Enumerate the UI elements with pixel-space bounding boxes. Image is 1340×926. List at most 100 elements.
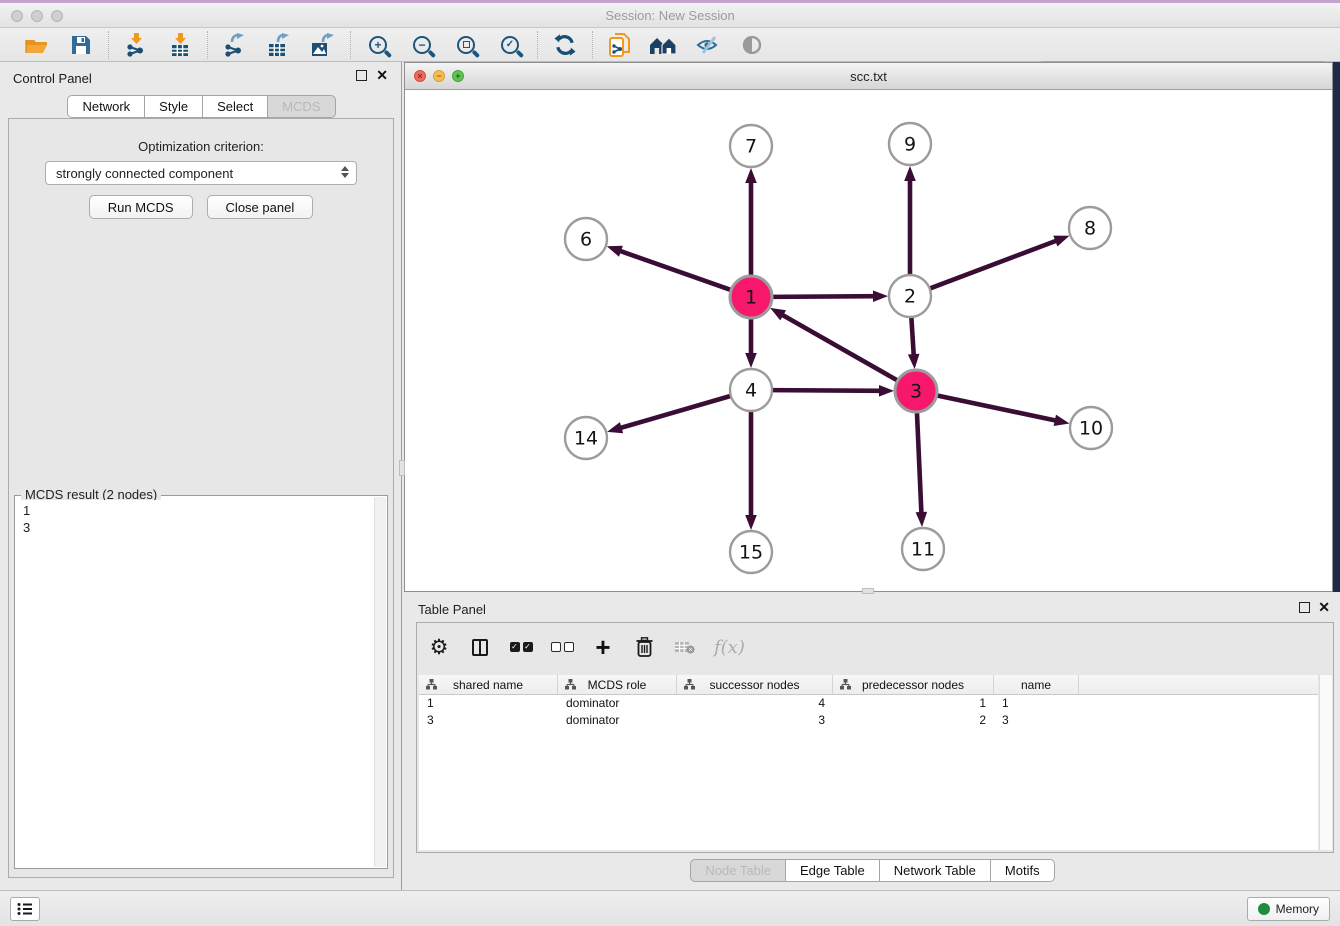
tab-motifs[interactable]: Motifs <box>990 859 1055 882</box>
table-cell[interactable]: 3 <box>677 712 833 729</box>
graph-edge-2-3[interactable] <box>908 317 920 369</box>
result-scrollbar[interactable] <box>374 497 386 867</box>
import-network-icon[interactable] <box>122 31 150 59</box>
import-table-icon[interactable] <box>166 31 194 59</box>
export-table-icon[interactable] <box>265 31 293 59</box>
show-columns-icon[interactable] <box>468 633 492 661</box>
graph-edge-2-8[interactable] <box>930 236 1070 289</box>
network-window-title: scc.txt <box>405 69 1332 84</box>
graph-node-14[interactable]: 14 <box>565 417 607 459</box>
close-panel-icon[interactable]: ✕ <box>376 67 388 84</box>
tab-mcds[interactable]: MCDS <box>267 95 335 118</box>
show-all-icon[interactable] <box>738 31 766 59</box>
graph-edge-1-6[interactable] <box>607 246 731 290</box>
float-panel-icon[interactable] <box>356 70 367 81</box>
tab-select[interactable]: Select <box>202 95 268 118</box>
table-cell[interactable]: 1 <box>419 695 558 712</box>
network-window-titlebar[interactable]: × − + scc.txt <box>405 63 1332 90</box>
column-header-shared-name[interactable]: shared name <box>419 675 558 694</box>
graph-node-6[interactable]: 6 <box>565 218 607 260</box>
optimization-criterion-select[interactable]: strongly connected component <box>45 161 357 185</box>
table-tabs: Node Table Edge Table Network Table Moti… <box>404 859 1340 882</box>
tab-network[interactable]: Network <box>67 95 145 118</box>
tab-edge-table[interactable]: Edge Table <box>785 859 880 882</box>
graph-edge-3-11[interactable] <box>916 412 928 527</box>
status-bar: Memory <box>0 890 1340 926</box>
table-cell[interactable]: dominator <box>558 695 677 712</box>
close-panel-button[interactable]: Close panel <box>207 195 314 219</box>
tab-network-table[interactable]: Network Table <box>879 859 991 882</box>
graph-node-7[interactable]: 7 <box>730 125 772 167</box>
close-table-panel-icon[interactable]: ✕ <box>1318 599 1330 616</box>
graph-edge-4-15[interactable] <box>745 411 757 530</box>
table-cell[interactable]: 4 <box>677 695 833 712</box>
task-history-button[interactable] <box>10 897 40 921</box>
svg-text:15: 15 <box>739 542 763 564</box>
copy-network-icon[interactable] <box>606 31 634 59</box>
mcds-result-text[interactable]: 1 3 <box>17 500 373 866</box>
select-all-icon[interactable]: ✓✓ <box>509 633 533 661</box>
tab-node-table[interactable]: Node Table <box>690 859 786 882</box>
graph-edge-3-1[interactable] <box>770 308 898 381</box>
graph-node-1[interactable]: 1 <box>730 276 772 318</box>
settings-gear-icon[interactable]: ⚙ <box>427 633 451 661</box>
table-cell[interactable]: dominator <box>558 712 677 729</box>
save-session-icon[interactable] <box>67 31 95 59</box>
graph-node-15[interactable]: 15 <box>730 531 772 573</box>
vertical-splitter-handle[interactable] <box>399 460 405 476</box>
svg-text:2: 2 <box>904 286 916 308</box>
network-graph[interactable]: 7 9 6 8 1 2 4 3 14 10 15 11 <box>405 90 1332 591</box>
list-icon <box>17 902 33 916</box>
svg-text:1: 1 <box>745 287 757 309</box>
home-layout-icon[interactable] <box>650 31 678 59</box>
float-table-panel-icon[interactable] <box>1299 602 1310 613</box>
graph-edge-4-14[interactable] <box>607 396 731 433</box>
graph-node-3[interactable]: 3 <box>895 370 937 412</box>
column-header-predecessor-nodes[interactable]: predecessor nodes <box>833 675 994 694</box>
graph-edge-4-3[interactable] <box>772 385 894 397</box>
function-builder-icon: f(x) <box>714 633 745 661</box>
zoom-fit-icon[interactable] <box>452 31 480 59</box>
graph-node-10[interactable]: 10 <box>1070 407 1112 449</box>
table-row[interactable]: 1dominator411 <box>419 695 1318 712</box>
open-folder-icon[interactable] <box>23 31 51 59</box>
graph-node-2[interactable]: 2 <box>889 275 931 317</box>
memory-button[interactable]: Memory <box>1247 897 1330 921</box>
table-cell[interactable]: 3 <box>994 712 1079 729</box>
zoom-in-icon[interactable]: + <box>364 31 392 59</box>
hide-selected-icon[interactable] <box>694 31 722 59</box>
graph-edge-1-7[interactable] <box>745 168 757 276</box>
table-cell[interactable]: 2 <box>833 712 994 729</box>
window-titlebar: Session: New Session <box>0 3 1340 28</box>
table-row[interactable]: 3dominator323 <box>419 712 1318 729</box>
column-header-name[interactable]: name <box>994 675 1079 694</box>
graph-node-4[interactable]: 4 <box>730 369 772 411</box>
horizontal-splitter-handle[interactable] <box>862 588 874 594</box>
delete-row-icon[interactable] <box>632 633 656 661</box>
graph-edge-3-10[interactable] <box>937 395 1070 426</box>
refresh-layout-icon[interactable] <box>551 31 579 59</box>
graph-edge-1-4[interactable] <box>745 318 757 368</box>
table-scrollbar[interactable] <box>1319 675 1332 850</box>
graph-node-9[interactable]: 9 <box>889 123 931 165</box>
node-table[interactable]: shared nameMCDS rolesuccessor nodesprede… <box>419 675 1318 850</box>
table-cell[interactable]: 1 <box>994 695 1079 712</box>
run-mcds-button[interactable]: Run MCDS <box>89 195 193 219</box>
deselect-all-icon[interactable] <box>550 633 574 661</box>
export-image-icon[interactable] <box>309 31 337 59</box>
zoom-selected-icon[interactable]: ✓ <box>496 31 524 59</box>
graph-node-8[interactable]: 8 <box>1069 207 1111 249</box>
graph-edge-2-9[interactable] <box>904 166 916 275</box>
network-canvas[interactable]: 7 9 6 8 1 2 4 3 14 10 15 11 <box>405 90 1332 591</box>
table-cell[interactable]: 3 <box>419 712 558 729</box>
graph-node-11[interactable]: 11 <box>902 528 944 570</box>
column-header-successor-nodes[interactable]: successor nodes <box>677 675 833 694</box>
column-header-MCDS-role[interactable]: MCDS role <box>558 675 677 694</box>
graph-edge-1-2[interactable] <box>772 290 888 302</box>
zoom-out-icon[interactable]: − <box>408 31 436 59</box>
export-network-icon[interactable] <box>221 31 249 59</box>
add-row-icon[interactable]: + <box>591 633 615 661</box>
tab-style[interactable]: Style <box>144 95 203 118</box>
node-table-header[interactable]: shared nameMCDS rolesuccessor nodesprede… <box>419 675 1318 695</box>
table-cell[interactable]: 1 <box>833 695 994 712</box>
